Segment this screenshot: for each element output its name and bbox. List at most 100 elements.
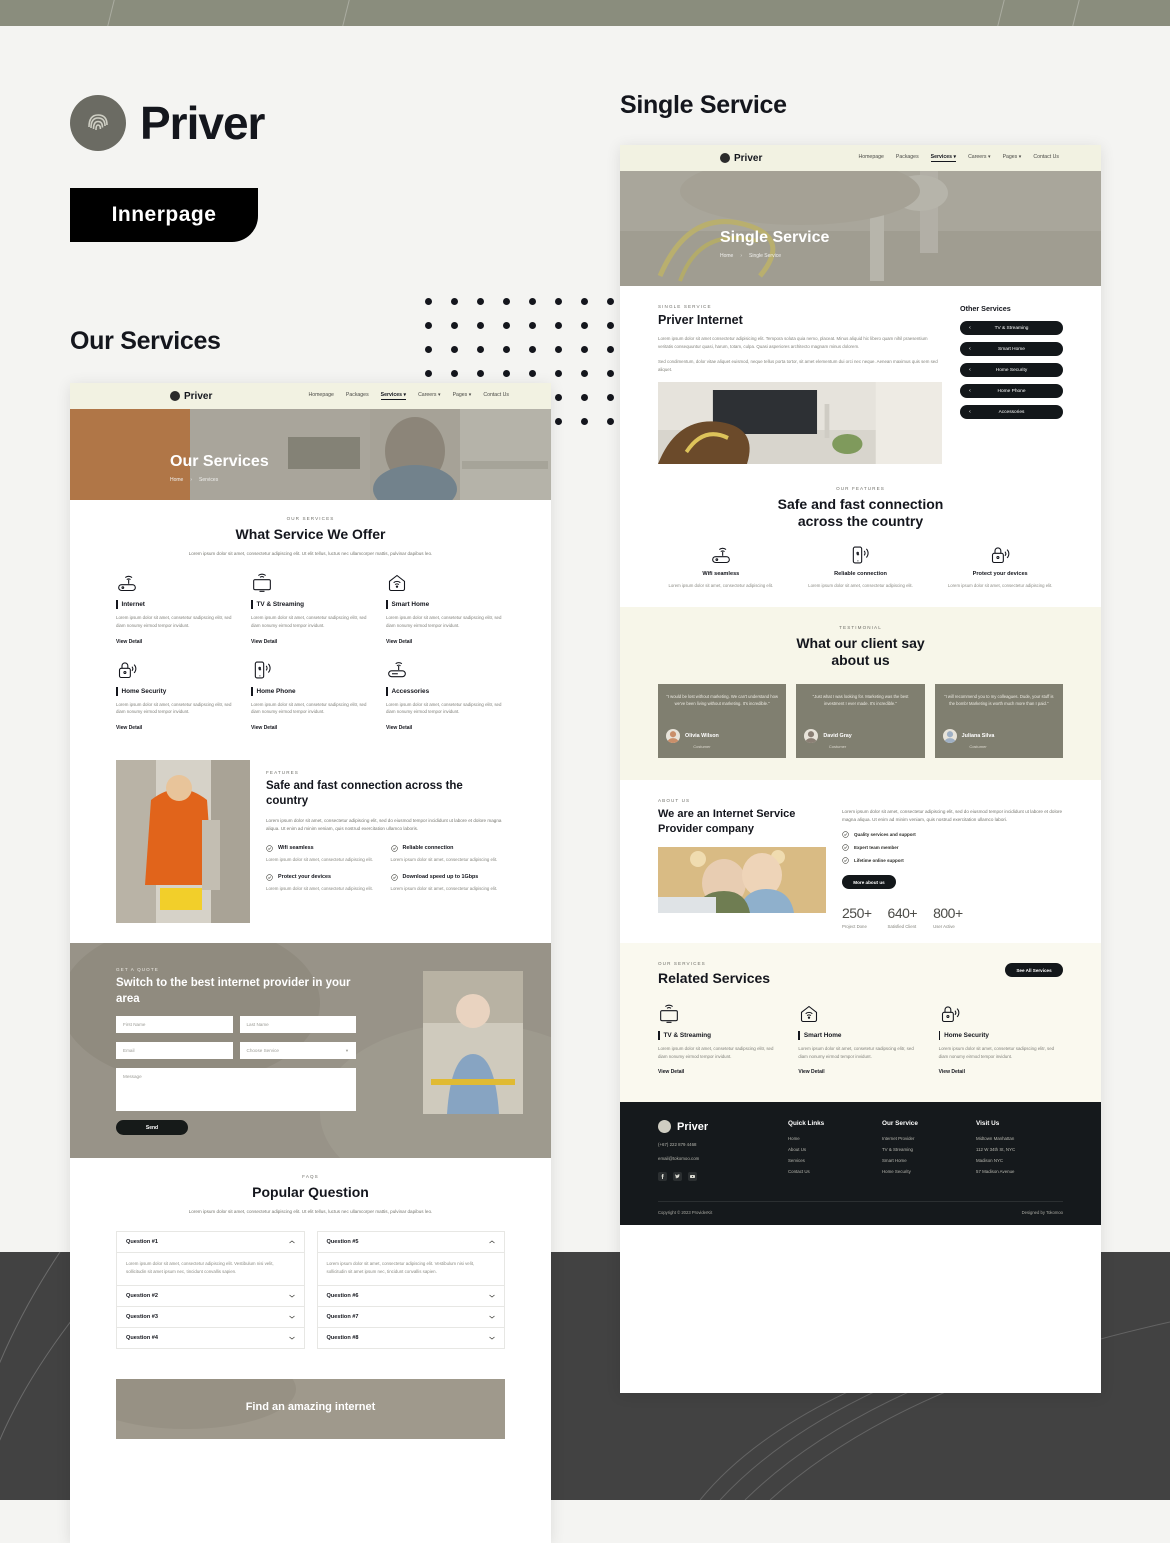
message-textarea[interactable]: Message xyxy=(116,1068,356,1112)
features-section: FEATURES Safe and fast connection across… xyxy=(70,750,551,943)
footer-phone[interactable]: (+67) 222 879 4468 xyxy=(658,1142,762,1147)
single-service-page-mockup[interactable]: Priver Homepage Packages Services ▾ Careers… xyxy=(620,145,1101,1393)
nav-item-2[interactable]: Services ▾ xyxy=(930,154,957,162)
our-services-page-mockup[interactable]: Priver Homepage Packages Services ▾ Careers… xyxy=(70,383,551,1543)
service-card[interactable]: Home Phone Lorem ipsum dolor sit amet, co… xyxy=(251,660,370,734)
footer-column-title: Quick Links xyxy=(788,1120,825,1128)
email-input[interactable]: Email xyxy=(116,1042,233,1060)
faq-question[interactable]: Question #1 xyxy=(117,1232,304,1254)
nav-item-4[interactable]: Pages ▾ xyxy=(453,392,472,400)
breadcrumb-home[interactable]: Home xyxy=(720,253,733,259)
home-phone-icon xyxy=(798,545,924,565)
nav-item-1[interactable]: Packages xyxy=(896,154,919,162)
faq-question[interactable]: Question #3 xyxy=(117,1307,304,1329)
hero-title: Our Services xyxy=(170,453,269,470)
last-name-input[interactable]: Last Name xyxy=(239,1016,356,1034)
copyright-text: Copyright © 2023 ProviderKit xyxy=(658,1210,713,1216)
footer-email[interactable]: email@tokomoo.com xyxy=(658,1156,762,1161)
other-service-pill-0[interactable]: ‹ TV & Streaming xyxy=(960,321,1063,335)
nav-item-0[interactable]: Homepage xyxy=(858,154,883,162)
view-detail-link[interactable]: View Detail xyxy=(798,1069,824,1075)
nav-item-3[interactable]: Careers ▾ xyxy=(418,392,441,400)
footer-link[interactable]: Home xyxy=(788,1136,856,1141)
footer-column-title: Visit Us xyxy=(976,1120,1000,1128)
service-card[interactable]: TV & Streaming Lorem ipsum dolor sit amet… xyxy=(251,573,370,647)
footer-address-line: Midtown Manhattan xyxy=(976,1136,1015,1142)
youtube-icon[interactable] xyxy=(688,1172,697,1182)
view-detail-link[interactable]: View Detail xyxy=(116,725,142,731)
service-card[interactable]: TV & Streaming Lorem ipsum dolor sit amet… xyxy=(658,1004,782,1078)
stat-item: 640+ Satisfied Client xyxy=(888,905,918,929)
view-detail-link[interactable]: View Detail xyxy=(116,639,142,645)
testimonial-card: "Just what I was looking for. Marketing … xyxy=(796,683,925,758)
service-card-title: Home Security xyxy=(939,1031,1063,1040)
tv-streaming-icon xyxy=(251,573,273,593)
twitter-icon[interactable] xyxy=(673,1172,682,1182)
nav-item-2[interactable]: Services ▾ xyxy=(380,392,407,400)
see-all-services-button[interactable]: See All Services xyxy=(1005,963,1063,978)
quote-title: Switch to the best internet provider in … xyxy=(116,977,351,1005)
service-card[interactable]: Home Security Lorem ipsum dolor sit amet,… xyxy=(116,660,235,734)
about-check-label: Lifetime online support xyxy=(854,858,904,864)
service-card[interactable]: Accessories Lorem ipsum dolor sit amet, c… xyxy=(386,660,505,734)
service-card[interactable]: Home Security Lorem ipsum dolor sit amet,… xyxy=(939,1004,1063,1078)
faq-question[interactable]: Question #2 xyxy=(117,1286,304,1308)
service-card-title: Smart Home xyxy=(798,1031,922,1040)
footer-link[interactable]: Internet Provider xyxy=(882,1136,950,1141)
service-card[interactable]: Smart Home Lorem ipsum dolor sit amet, co… xyxy=(798,1004,922,1078)
nav-logo[interactable]: Priver xyxy=(720,153,762,164)
testimonial-name: Juliana Silva xyxy=(961,732,995,739)
view-detail-link[interactable]: View Detail xyxy=(251,639,277,645)
footer-link[interactable]: Home Security xyxy=(882,1169,950,1174)
about-eyebrow: ABOUT US xyxy=(658,797,691,803)
testimonial-quote: "I will recommend you to my colleagues. … xyxy=(944,693,1054,707)
service-cards-grid: Internet Lorem ipsum dolor sit amet, cons… xyxy=(116,573,505,734)
breadcrumb-separator-icon: › xyxy=(190,477,193,483)
faq-question[interactable]: Question #6 xyxy=(317,1286,504,1308)
faq-question[interactable]: Question #4 xyxy=(117,1328,304,1348)
breadcrumb-home[interactable]: Home xyxy=(170,477,183,483)
nav-links: Homepage Packages Services ▾ Careers ▾ Pages… xyxy=(858,154,1059,162)
facebook-icon[interactable] xyxy=(658,1172,667,1182)
other-service-pill-4[interactable]: ‹ Accessories xyxy=(960,405,1063,419)
section-eyebrow: OUR SERVICES xyxy=(286,516,335,521)
footer-link[interactable]: TV & Streaming xyxy=(882,1147,950,1152)
view-detail-link[interactable]: View Detail xyxy=(658,1069,684,1075)
get-a-quote-section: GET A QUOTE Switch to the best internet … xyxy=(70,943,551,1159)
other-service-pill-1[interactable]: ‹ Smart Home xyxy=(960,342,1063,356)
view-detail-link[interactable]: View Detail xyxy=(939,1069,965,1075)
nav-item-5[interactable]: Contact Us xyxy=(483,392,509,400)
nav-item-0[interactable]: Homepage xyxy=(308,392,333,400)
nav-item-1[interactable]: Packages xyxy=(346,392,369,400)
chevron-left-icon: ‹ xyxy=(969,388,971,394)
other-service-pill-2[interactable]: ‹ Home Security xyxy=(960,363,1063,377)
first-name-input[interactable]: First Name xyxy=(116,1016,233,1034)
about-check-item: Quality services and support xyxy=(842,831,1063,839)
nav-logo[interactable]: Priver xyxy=(170,391,212,402)
testimonial-card: "I will recommend you to my colleagues. … xyxy=(934,683,1063,758)
hero-title: Single Service xyxy=(720,229,830,246)
nav-item-5[interactable]: Contact Us xyxy=(1033,154,1059,162)
faq-question[interactable]: Question #7 xyxy=(317,1307,504,1329)
footer-link[interactable]: Contact Us xyxy=(788,1169,856,1174)
service-card[interactable]: Internet Lorem ipsum dolor sit amet, cons… xyxy=(116,573,235,647)
nav-item-3[interactable]: Careers ▾ xyxy=(968,154,991,162)
choose-service-select[interactable]: Choose Service ▼ xyxy=(239,1042,356,1060)
view-detail-link[interactable]: View Detail xyxy=(386,725,412,731)
chevron-left-icon: ‹ xyxy=(969,409,971,415)
nav-item-4[interactable]: Pages ▾ xyxy=(1003,154,1022,162)
footer-link[interactable]: About Us xyxy=(788,1147,856,1152)
faq-question[interactable]: Question #8 xyxy=(318,1328,505,1348)
view-detail-link[interactable]: View Detail xyxy=(386,639,412,645)
more-about-us-button[interactable]: More about us xyxy=(842,875,896,890)
faq-question[interactable]: Question #5 xyxy=(317,1232,504,1254)
testimonial-title-line2: about us xyxy=(831,652,890,669)
footer-link[interactable]: Services xyxy=(788,1158,856,1163)
service-card[interactable]: Smart Home Lorem ipsum dolor sit amet, co… xyxy=(386,573,505,647)
accessories-icon xyxy=(386,660,408,680)
other-service-pill-3[interactable]: ‹ Home Phone xyxy=(960,384,1063,398)
view-detail-link[interactable]: View Detail xyxy=(251,725,277,731)
footer-link[interactable]: Smart Home xyxy=(882,1158,950,1163)
stat-value: 800+ xyxy=(933,905,963,922)
send-button[interactable]: Send xyxy=(116,1120,188,1136)
